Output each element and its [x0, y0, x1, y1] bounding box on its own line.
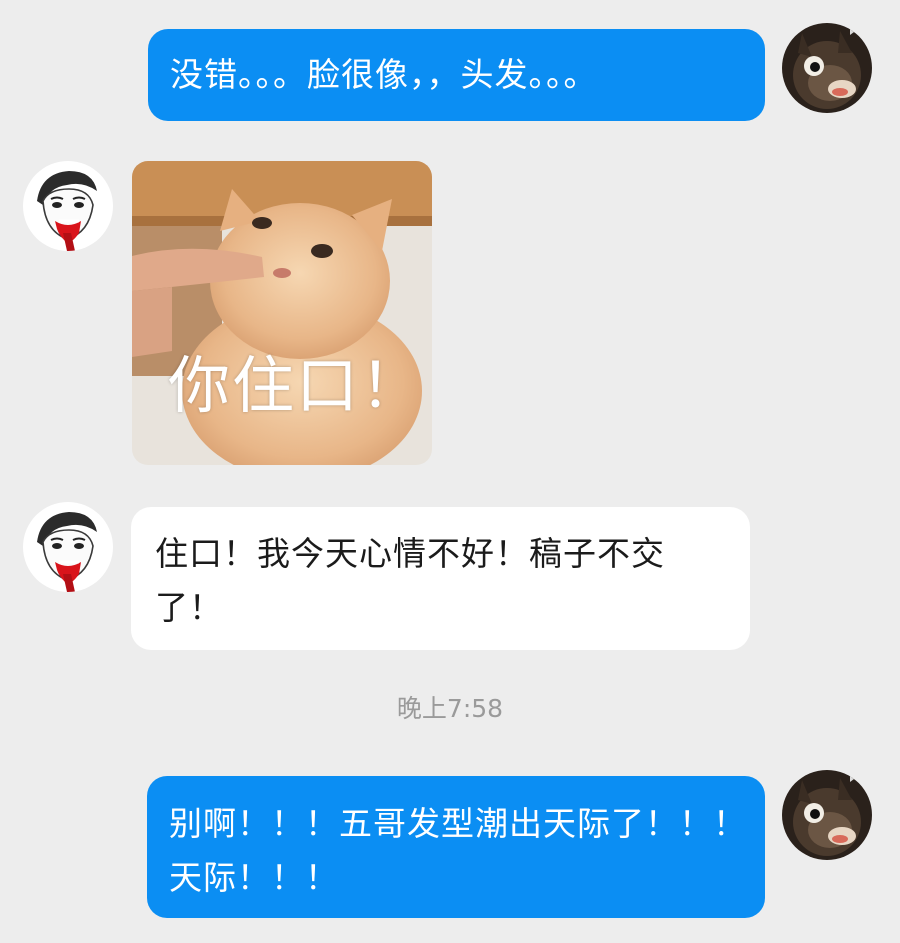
cat-sticker-image[interactable]: 你住口！: [132, 161, 432, 465]
message-text: 别啊！！！五哥发型潮出天际了！！！天际！！！: [169, 804, 747, 897]
message-text: 住口！我今天心情不好！稿子不交了！: [155, 534, 665, 627]
outgoing-message-bubble[interactable]: 别啊！！！五哥发型潮出天际了！！！天际！！！: [147, 776, 765, 918]
outgoing-message-bubble[interactable]: 没错。。。脸很像，，头发。。。: [148, 29, 765, 121]
message-text: 没错。。。脸很像，，头发。。。: [170, 55, 598, 94]
donkey-avatar-icon[interactable]: [782, 23, 872, 113]
sketch-face-avatar-icon[interactable]: [23, 502, 113, 592]
donkey-avatar-icon[interactable]: [782, 770, 872, 860]
message-timestamp: 晚上7:58: [396, 694, 504, 723]
sketch-face-avatar-icon[interactable]: [23, 161, 113, 251]
sticker-caption: 你住口！: [168, 349, 425, 422]
incoming-message-bubble[interactable]: 住口！我今天心情不好！稿子不交了！: [131, 507, 750, 650]
